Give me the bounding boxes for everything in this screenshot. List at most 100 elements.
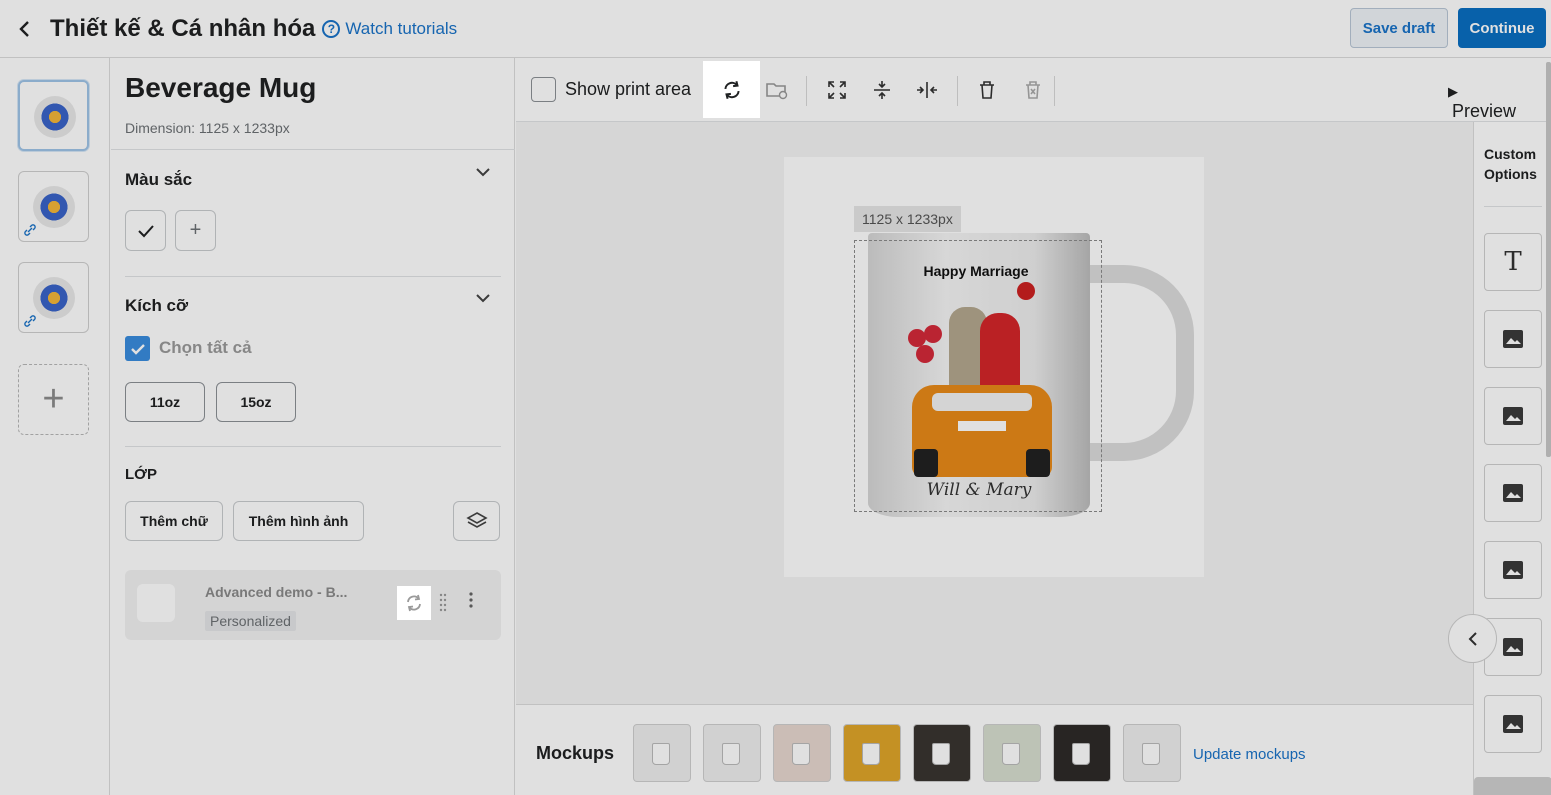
add-product-button[interactable]: + <box>18 364 89 435</box>
preview-button[interactable]: ▶ Preview <box>1448 80 1516 122</box>
color-swatch-white[interactable] <box>125 210 166 251</box>
image-option-button[interactable] <box>1484 387 1542 445</box>
mug-image <box>722 743 740 765</box>
image-icon <box>1503 330 1523 348</box>
align-vertical-center-icon[interactable] <box>867 75 897 105</box>
custom-options-title-line: Custom <box>1484 146 1537 162</box>
mug-image <box>1002 743 1020 765</box>
delete-all-icon[interactable] <box>1018 75 1048 105</box>
question-circle-icon[interactable]: ? <box>322 19 341 38</box>
show-print-area-label: Show print area <box>565 79 692 99</box>
mockup-thumbnail[interactable] <box>843 724 901 782</box>
play-icon: ▶ <box>1448 84 1458 99</box>
select-all-label: Chọn tất cả <box>159 338 252 357</box>
image-icon <box>1503 638 1523 656</box>
preview-label: Preview <box>1452 101 1517 121</box>
drag-handle-icon[interactable] <box>439 592 447 612</box>
design-artboard[interactable]: Happy Marriage Will & Mary 1125 x 1233px <box>784 157 1204 577</box>
sync-layer-button[interactable] <box>397 586 431 620</box>
divider <box>1484 206 1542 207</box>
toolbar-divider <box>1054 76 1055 106</box>
divider <box>125 446 501 447</box>
mug-image <box>652 743 670 765</box>
options-scrollbar[interactable] <box>1474 777 1551 795</box>
continue-button[interactable]: Continue <box>1458 8 1546 48</box>
product-thumbnail-hoodie[interactable] <box>18 262 89 333</box>
layer-name: Advanced demo - B... <box>205 584 348 600</box>
image-icon <box>1503 561 1523 579</box>
print-area-box[interactable] <box>854 240 1102 512</box>
layers-button[interactable] <box>453 501 500 541</box>
text-option-button[interactable]: T <box>1484 233 1542 291</box>
product-image <box>34 96 76 138</box>
mockup-thumbnail[interactable] <box>773 724 831 782</box>
product-thumbnail-rail: + <box>0 58 110 795</box>
divider <box>111 149 515 150</box>
show-print-area-checkbox[interactable] <box>531 77 556 102</box>
image-icon <box>1503 484 1523 502</box>
plus-icon: + <box>189 219 202 241</box>
link-icon <box>21 221 39 239</box>
back-arrow-icon[interactable] <box>18 20 38 38</box>
divider <box>125 276 501 277</box>
product-image <box>33 186 75 228</box>
page-title: Thiết kế & Cá nhân hóa <box>50 14 316 42</box>
canvas-toolbar: Show print area <box>516 58 1551 122</box>
mug-image <box>1142 743 1160 765</box>
mockup-thumbnail[interactable] <box>633 724 691 782</box>
mockups-bar: Mockups Update mockups <box>516 704 1473 795</box>
toolbar-divider <box>806 76 807 106</box>
chevron-down-icon[interactable] <box>475 166 491 178</box>
image-option-button[interactable] <box>1484 310 1542 368</box>
chevron-left-icon <box>1468 631 1477 646</box>
custom-options-title: Custom Options <box>1484 144 1537 184</box>
save-draft-button[interactable]: Save draft <box>1350 8 1448 48</box>
fit-to-area-icon[interactable] <box>822 75 852 105</box>
size-section-title: Kích cỡ <box>125 296 189 315</box>
mug-image <box>792 743 810 765</box>
page-scrollbar[interactable] <box>1546 62 1551 457</box>
add-text-button[interactable]: Thêm chữ <box>125 501 223 541</box>
design-canvas-area: Show print area ▶ Preview Happy Marriage… <box>516 58 1551 704</box>
product-thumbnail-mug[interactable] <box>18 80 89 151</box>
more-options-icon[interactable] <box>469 592 473 608</box>
toolbar-divider <box>957 76 958 106</box>
chevron-down-icon[interactable] <box>475 292 491 304</box>
image-option-button[interactable] <box>1484 541 1542 599</box>
add-image-button[interactable]: Thêm hình ảnh <box>233 501 364 541</box>
mockup-thumbnail[interactable] <box>913 724 971 782</box>
text-icon: T <box>1504 247 1522 277</box>
plus-icon: + <box>42 378 65 420</box>
image-option-button[interactable] <box>1484 464 1542 522</box>
select-all-checkbox[interactable] <box>125 336 150 361</box>
mockups-label: Mockups <box>536 743 615 763</box>
mockup-thumbnail[interactable] <box>703 724 761 782</box>
product-thumbnail-tshirt[interactable] <box>18 171 89 242</box>
sync-icon <box>723 80 740 99</box>
custom-options-column: Custom Options T <box>1473 122 1551 795</box>
collapse-panel-button[interactable] <box>1448 614 1497 663</box>
layer-section-title: LỚP <box>125 466 157 483</box>
size-option-15oz[interactable]: 15oz <box>216 382 296 422</box>
trash-icon[interactable] <box>972 75 1002 105</box>
mockup-thumbnail[interactable] <box>983 724 1041 782</box>
link-icon <box>21 312 39 330</box>
mug-image <box>932 743 950 765</box>
update-mockups-link[interactable]: Update mockups <box>1193 746 1306 763</box>
sync-design-button[interactable] <box>703 61 760 118</box>
mockup-thumbnail[interactable] <box>1123 724 1181 782</box>
check-icon <box>137 224 154 237</box>
image-icon <box>1503 407 1523 425</box>
mockup-thumbnail[interactable] <box>1053 724 1111 782</box>
product-dimension: Dimension: 1125 x 1233px <box>125 120 290 136</box>
product-name: Beverage Mug <box>125 72 317 103</box>
layer-item[interactable]: Advanced demo - B... Personalized <box>125 570 501 640</box>
size-option-11oz[interactable]: 11oz <box>125 382 205 422</box>
image-option-button[interactable] <box>1484 695 1542 753</box>
folder-sync-icon[interactable] <box>762 75 792 105</box>
top-header: Thiết kế & Cá nhân hóa ? Watch tutorials… <box>0 0 1551 58</box>
align-horizontal-center-icon[interactable] <box>912 75 942 105</box>
watch-tutorials-link[interactable]: Watch tutorials <box>345 19 457 39</box>
add-color-button[interactable]: + <box>175 210 216 251</box>
canvas-size-label: 1125 x 1233px <box>854 206 961 232</box>
